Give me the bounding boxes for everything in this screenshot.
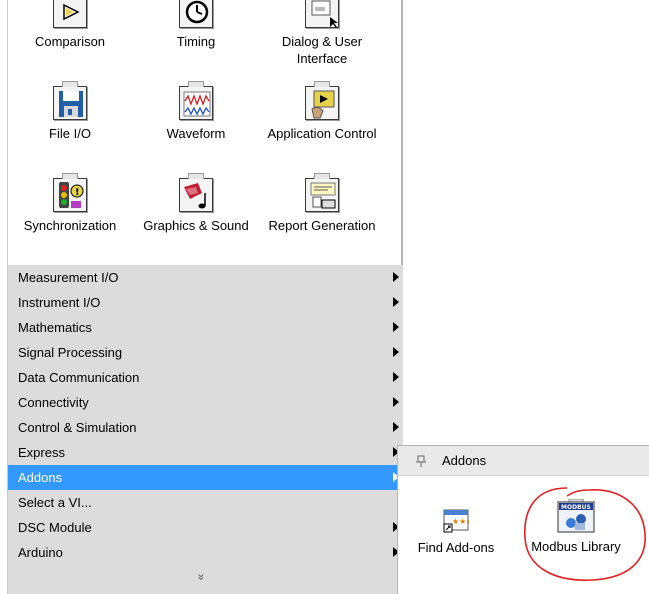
menu-item-label: Connectivity	[18, 395, 89, 410]
palette-tile-file-io[interactable]: File I/O	[10, 81, 130, 142]
graphics-sound-icon	[179, 173, 213, 212]
pin-icon[interactable]	[414, 454, 428, 468]
palette-tile-graphics-sound[interactable]: Graphics & Sound	[136, 173, 256, 234]
application-control-icon	[305, 81, 339, 120]
submenu-arrow-icon	[393, 272, 399, 282]
palette-icon-grid: Comparison Timing Dialog & User Interfac…	[8, 0, 398, 265]
menu-item-addons[interactable]: Addons	[8, 465, 403, 490]
svg-text:★★★: ★★★	[452, 517, 469, 526]
tile-label: Timing	[176, 34, 216, 49]
menu-item-label: Arduino	[18, 545, 63, 560]
file-io-icon	[53, 81, 87, 120]
palette-tile-report-generation[interactable]: Report Generation	[262, 173, 382, 234]
palette-category-menu: Measurement I/O Instrument I/O Mathemati…	[8, 265, 403, 594]
labview-functions-palette-window: Comparison Timing Dialog & User Interfac…	[0, 0, 649, 594]
addons-subpalette: Addons ★★★ Find Add-ons MODBUS M	[397, 445, 649, 594]
tile-label: Report Generation	[268, 218, 376, 233]
modbus-library-icon: MODBUS	[557, 499, 595, 533]
tile-label: Graphics & Sound	[143, 218, 249, 233]
palette-tile-waveform[interactable]: Waveform	[136, 81, 256, 142]
report-generation-icon	[305, 173, 339, 212]
modbus-library-item[interactable]: MODBUS Modbus Library	[522, 499, 630, 554]
dialog-user-interface-icon	[305, 0, 339, 28]
menu-item-label: Control & Simulation	[18, 420, 137, 435]
subpalette-header: Addons	[398, 446, 649, 476]
synchronization-icon: !	[53, 173, 87, 212]
comparison-icon	[53, 0, 87, 28]
tile-label: Synchronization	[23, 218, 117, 233]
timing-icon	[179, 0, 213, 28]
menu-item-instrument-io[interactable]: Instrument I/O	[8, 290, 403, 315]
menu-item-label: Express	[18, 445, 65, 460]
tile-label: File I/O	[49, 126, 91, 141]
palette-tile-comparison[interactable]: Comparison	[10, 0, 130, 50]
submenu-arrow-icon	[393, 372, 399, 382]
menu-item-label: Addons	[18, 470, 63, 485]
palette-tile-synchronization[interactable]: ! Synchronization	[10, 173, 130, 234]
submenu-arrow-icon	[393, 422, 399, 432]
menu-item-label: Data Communication	[18, 370, 140, 385]
submenu-arrow-icon	[393, 322, 399, 332]
find-addons-item[interactable]: ★★★ Find Add-ons	[408, 508, 504, 555]
waveform-icon	[179, 81, 213, 120]
menu-item-measurement-io[interactable]: Measurement I/O	[8, 265, 403, 290]
functions-palette: Comparison Timing Dialog & User Interfac…	[7, 0, 403, 594]
menu-item-label: Instrument I/O	[18, 295, 101, 310]
menu-item-arduino[interactable]: Arduino	[8, 540, 403, 565]
menu-item-label: Mathematics	[18, 320, 92, 335]
submenu-arrow-icon	[393, 397, 399, 407]
svg-text:!: !	[75, 187, 80, 198]
submenu-arrow-icon	[393, 347, 399, 357]
menu-item-control-simulation[interactable]: Control & Simulation	[8, 415, 403, 440]
menu-item-label: Signal Processing	[18, 345, 123, 360]
subpalette-title: Addons	[442, 453, 487, 468]
palette-tile-application-control[interactable]: Application Control	[262, 81, 382, 142]
modbus-icon-text: MODBUS	[561, 504, 591, 511]
menu-item-data-communication[interactable]: Data Communication	[8, 365, 403, 390]
modbus-library-label: Modbus Library	[531, 539, 621, 554]
palette-tile-dialog-user-interface[interactable]: Dialog & User Interface	[262, 0, 382, 67]
menu-item-signal-processing[interactable]: Signal Processing	[8, 340, 403, 365]
tile-label: Dialog & User Interface	[281, 34, 363, 66]
menu-item-label: Measurement I/O	[18, 270, 119, 285]
tile-label: Comparison	[34, 34, 106, 49]
submenu-arrow-icon	[393, 297, 399, 307]
palette-tile-timing[interactable]: Timing	[136, 0, 256, 50]
menu-item-express[interactable]: Express	[8, 440, 403, 465]
tile-label: Application Control	[267, 126, 377, 141]
menu-item-label: Select a VI...	[18, 495, 92, 510]
find-addons-label: Find Add-ons	[417, 540, 495, 555]
menu-item-connectivity[interactable]: Connectivity	[8, 390, 403, 415]
menu-item-dsc-module[interactable]: DSC Module	[8, 515, 403, 540]
menu-item-mathematics[interactable]: Mathematics	[8, 315, 403, 340]
tile-label: Waveform	[166, 126, 226, 141]
expand-more-icon[interactable]: »	[194, 574, 208, 581]
menu-item-label: DSC Module	[18, 520, 92, 535]
find-addons-icon: ★★★	[443, 509, 469, 533]
menu-item-select-a-vi[interactable]: Select a VI...	[8, 490, 403, 515]
